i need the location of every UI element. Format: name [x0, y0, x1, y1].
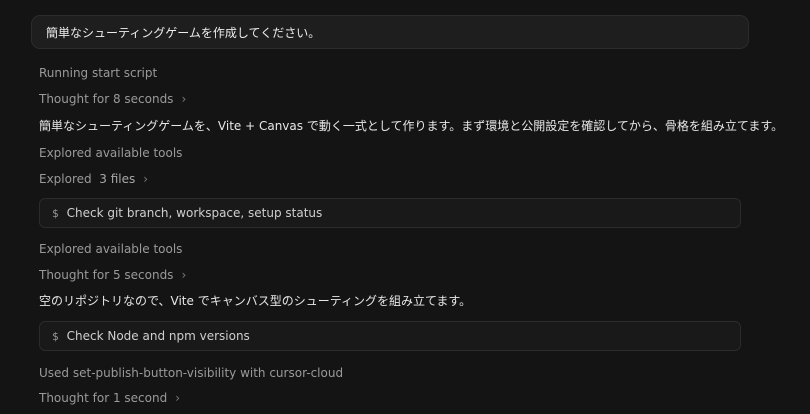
- user-prompt-text: 簡単なシューティングゲームを作成してください。: [46, 25, 321, 40]
- status-text: Used set-publish-button-visibility with …: [39, 366, 344, 380]
- assistant-message-1: 簡単なシューティングゲームを、Vite + Canvas で動く一式として作りま…: [39, 118, 783, 134]
- explored-count: 3 files: [99, 172, 136, 186]
- assistant-message-2: 空のリポジトリなので、Vite でキャンバス型のシューティングを組み立てます。: [39, 293, 471, 309]
- chevron-right-icon: ›: [143, 172, 149, 186]
- command-text: Check git branch, workspace, setup statu…: [66, 206, 323, 220]
- explored-label: Explored: [39, 172, 92, 186]
- command-block-node-versions[interactable]: $ Check Node and npm versions: [39, 321, 741, 351]
- status-explored-tools-1: Explored available tools: [39, 145, 182, 161]
- thought-text: Thought for 1 second: [39, 391, 168, 405]
- user-prompt-bubble: 簡単なシューティングゲームを作成してください。: [31, 15, 749, 49]
- assistant-message-text: 空のリポジトリなので、Vite でキャンバス型のシューティングを組み立てます。: [39, 294, 472, 308]
- thought-toggle-1s[interactable]: Thought for 1 second ›: [39, 390, 180, 406]
- chevron-right-icon: ›: [181, 268, 187, 282]
- command-text: Check Node and npm versions: [66, 329, 250, 343]
- chevron-right-icon: ›: [175, 391, 180, 405]
- chevron-right-icon: ›: [181, 92, 187, 106]
- thought-toggle-8s[interactable]: Thought for 8 seconds ›: [39, 91, 186, 107]
- explored-files-toggle[interactable]: Explored 3 files ›: [39, 171, 148, 187]
- status-running-start-script: Running start script: [39, 65, 157, 81]
- thought-text: Thought for 5 seconds: [39, 268, 174, 282]
- status-text: Running start script: [39, 66, 158, 80]
- status-text: Explored available tools: [39, 242, 183, 256]
- command-block-git-status[interactable]: $ Check git branch, workspace, setup sta…: [39, 198, 741, 228]
- terminal-prompt-icon: $: [52, 329, 59, 343]
- terminal-prompt-icon: $: [52, 206, 59, 220]
- assistant-message-text: 簡単なシューティングゲームを、Vite + Canvas で動く一式として作りま…: [39, 119, 784, 133]
- thought-toggle-5s[interactable]: Thought for 5 seconds ›: [39, 267, 186, 283]
- status-used-tool: Used set-publish-button-visibility with …: [39, 365, 343, 381]
- status-text: Explored available tools: [39, 146, 183, 160]
- thought-text: Thought for 8 seconds: [39, 92, 174, 106]
- status-explored-tools-2: Explored available tools: [39, 241, 182, 257]
